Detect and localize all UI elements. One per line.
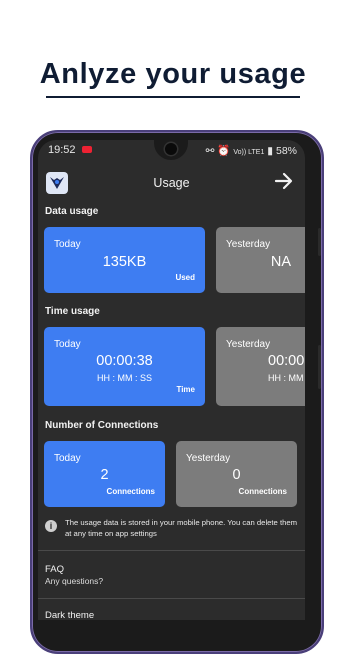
card-tag: Connections <box>238 487 287 496</box>
alarm-icon: ⏰ <box>217 145 231 157</box>
signal-icon: ▮ <box>267 145 274 157</box>
card-tag: Connections <box>106 487 155 496</box>
connections-yesterday-value: 0 <box>232 467 241 483</box>
phone-screen: 19:52 ⚯ ⏰ Vo)) LTE1 ▮ 58% Usage Data usa… <box>38 140 305 620</box>
data-today-card[interactable]: Today 135KB Used <box>44 227 205 293</box>
connections-today-value: 2 <box>100 467 109 483</box>
connections-heading: Number of Connections <box>45 420 159 431</box>
card-label: Today <box>54 453 81 464</box>
card-label: Yesterday <box>226 239 271 250</box>
divider <box>38 550 305 551</box>
exit-arrow-icon[interactable] <box>273 170 295 192</box>
connections-yesterday-card[interactable]: Yesterday 0 Connections <box>176 441 297 507</box>
power-button <box>318 345 321 389</box>
time-format: HH : MM : SS <box>96 373 152 383</box>
promo-headline: Anlyze your usage <box>39 58 307 90</box>
info-icon: i <box>45 520 57 532</box>
faq-subtitle: Any questions? <box>45 576 104 586</box>
connections-today-card[interactable]: Today 2 Connections <box>44 441 165 507</box>
time-yesterday-value: 00:00 <box>268 353 305 369</box>
signal-text: Vo)) LTE1 <box>233 149 265 156</box>
time-today-value: 00:00:38 <box>96 353 153 369</box>
time-yesterday-card[interactable]: Yesterday 00:00 HH : MM : <box>216 327 305 406</box>
vpn-key-icon: ⚯ <box>205 145 215 157</box>
divider <box>38 598 305 599</box>
status-time: 19:52 <box>48 144 76 156</box>
card-tag: Time <box>176 385 195 394</box>
dark-theme-item[interactable]: Dark theme <box>45 610 94 620</box>
time-usage-heading: Time usage <box>45 306 100 317</box>
data-yesterday-card[interactable]: Yesterday NA <box>216 227 305 293</box>
card-label: Yesterday <box>186 453 231 464</box>
time-format: HH : MM : <box>268 373 305 383</box>
headline-underline <box>46 96 300 98</box>
card-tag: Used <box>175 273 195 282</box>
app-title: Usage <box>153 176 190 190</box>
status-right: ⚯ ⏰ Vo)) LTE1 ▮ 58% <box>206 144 297 157</box>
data-yesterday-value: NA <box>270 254 292 270</box>
card-label: Today <box>54 339 81 350</box>
volume-button <box>318 228 321 256</box>
card-label: Today <box>54 239 81 250</box>
youtube-notification-icon <box>82 146 92 153</box>
time-today-card[interactable]: Today 00:00:38 HH : MM : SS Time <box>44 327 205 406</box>
app-bar: Usage <box>38 164 305 204</box>
faq-title[interactable]: FAQ <box>45 564 64 575</box>
battery-level: 58% <box>275 145 297 157</box>
card-label: Yesterday <box>226 339 271 350</box>
data-today-value: 135KB <box>102 254 147 270</box>
status-bar: 19:52 ⚯ ⏰ Vo)) LTE1 ▮ 58% <box>48 144 297 158</box>
data-usage-heading: Data usage <box>45 206 99 217</box>
storage-info-text: The usage data is stored in your mobile … <box>65 518 298 538</box>
